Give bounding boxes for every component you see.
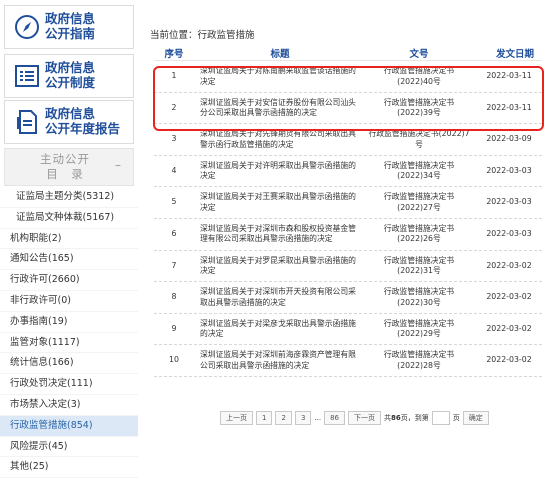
row-title-link[interactable]: 深圳证监局关于对罗昆采取出具警示函措施的决定 <box>200 256 360 277</box>
nav-public-system-label: 政府信息 公开制度 <box>45 60 96 90</box>
row-doc-number: 行政监管措施决定书(2022)29号 <box>383 318 455 339</box>
nav-annual-report-label: 政府信息 公开年度报告 <box>45 106 121 136</box>
row-no: 9 <box>171 323 177 333</box>
row-no: 2 <box>171 102 177 112</box>
header-title: 标题 <box>270 49 290 60</box>
row-no: 4 <box>171 165 177 175</box>
catalog-list: 证监局主题分类(5312) 证监局文种体裁(5167) 机构职能(2) 通知公告… <box>0 187 138 479</box>
row-doc-number: 行政监管措施决定书(2022)30号 <box>383 287 455 307</box>
category-item-active[interactable]: 行政监管措施(854) <box>0 415 138 437</box>
category-item[interactable]: 证监局主题分类(5312) <box>0 187 138 208</box>
row-date: 2022-03-03 <box>486 197 532 207</box>
confirm-button[interactable]: 确定 <box>462 411 489 425</box>
row-title-link[interactable]: 深圳证监局关于对深圳市森和股权投资基金管理有限公司采取出具警示函措施的决定 <box>200 224 360 245</box>
header-doc: 文号 <box>409 49 429 60</box>
table-row[interactable]: 5 深圳证监局关于对王赛采取出具警示函措施的决定 行政监管措施决定书(2022)… <box>154 187 542 219</box>
table-row[interactable]: 3 深圳证监局关于对先锋期货有限公司采取出具警示函行政监管措施的决定 行政监管措… <box>154 124 542 156</box>
prev-page-button[interactable]: 上一页 <box>220 411 253 425</box>
row-title-link[interactable]: 深圳证监局关于对深圳市开天投资有限公司采取出具警示函措施的决定 <box>200 287 360 308</box>
breadcrumb: 当前位置：行政监管措施 <box>150 30 255 41</box>
pagination: 上一页 1 2 3 ... 86 下一页 共86页，到第 页 确定 <box>220 410 489 426</box>
row-date: 2022-03-11 <box>486 102 532 112</box>
table-row[interactable]: 9 深圳证监局关于对梁彦戈采取出具警示函措施的决定 行政监管措施决定书(2022… <box>154 314 542 346</box>
row-no: 10 <box>169 355 179 365</box>
row-doc-number: 行政监管措施决定书(2022)34号 <box>383 160 455 181</box>
row-no: 7 <box>171 260 177 270</box>
table-header: 序号 标题 文号 发文日期 <box>154 44 542 61</box>
row-no: 8 <box>171 292 177 302</box>
category-item[interactable]: 机构职能(2) <box>0 229 138 250</box>
row-doc-number: 行政监管措施决定书(2022)7号 <box>368 129 470 149</box>
row-doc-number: 行政监管措施决定书(2022)40号 <box>383 66 455 86</box>
row-no: 5 <box>171 197 177 207</box>
table-row[interactable]: 7 深圳证监局关于对罗昆采取出具警示函措施的决定 行政监管措施决定书(2022)… <box>154 251 542 283</box>
header-date: 发文日期 <box>495 49 534 60</box>
page-suffix: 页 <box>452 414 460 422</box>
category-item[interactable]: 证监局文种体裁(5167) <box>0 208 138 229</box>
row-doc-number: 行政监管措施决定书(2022)31号 <box>383 255 455 276</box>
page-button[interactable]: 2 <box>275 411 292 425</box>
last-page-button[interactable]: 86 <box>324 411 346 425</box>
table-row[interactable]: 6 深圳证监局关于对深圳市森和股权投资基金管理有限公司采取出具警示函措施的决定 … <box>154 219 542 251</box>
category-item[interactable]: 非行政许可(0) <box>0 291 138 312</box>
catalog-title: 主动公开目 录 <box>40 152 90 181</box>
row-date: 2022-03-02 <box>486 292 532 302</box>
list-icon <box>15 65 39 87</box>
row-date: 2022-03-02 <box>486 260 532 270</box>
page-button[interactable]: 3 <box>294 411 312 425</box>
row-title-link[interactable]: 深圳证监局关于对陈南鹏采取监管谈话措施的决定 <box>200 66 360 87</box>
nav-public-guide-label: 政府信息 公开指南 <box>45 11 96 41</box>
row-date: 2022-03-02 <box>486 323 532 333</box>
page-ellipsis: ... <box>314 414 322 422</box>
table-row[interactable]: 8 深圳证监局关于对深圳市开天投资有限公司采取出具警示函措施的决定 行政监管措施… <box>154 282 542 314</box>
collapse-icon[interactable]: – <box>115 158 121 172</box>
row-title-link[interactable]: 深圳证监局关于对王赛采取出具警示函措施的决定 <box>200 192 360 213</box>
header-no: 序号 <box>164 49 184 60</box>
row-date: 2022-03-03 <box>486 228 532 238</box>
category-item[interactable]: 市场禁入决定(3) <box>0 395 138 416</box>
compass-icon <box>15 15 39 39</box>
nav-annual-report[interactable]: 政府信息 公开年度报告 <box>4 100 134 144</box>
total-pages-text: 共86页，到第 <box>384 414 429 422</box>
page-jump-input[interactable] <box>431 411 450 425</box>
category-item[interactable]: 监管对象(1117) <box>0 333 138 354</box>
next-page-button[interactable]: 下一页 <box>348 411 382 425</box>
row-date: 2022-03-02 <box>486 355 532 365</box>
row-date: 2022-03-09 <box>486 134 532 144</box>
page-button[interactable]: 1 <box>256 411 273 425</box>
table-row[interactable]: 4 深圳证监局关于对许明采取出具警示函措施的决定 行政监管措施决定书(2022)… <box>154 156 542 188</box>
row-title-link[interactable]: 深圳证监局关于对安信证券股份有限公司汕头分公司采取出具警示函措施的决定 <box>200 98 360 119</box>
table-row[interactable]: 1 深圳证监局关于对陈南鹏采取监管谈话措施的决定 行政监管措施决定书(2022)… <box>154 61 542 93</box>
nav-public-guide[interactable]: 政府信息 公开指南 <box>4 5 134 49</box>
row-no: 1 <box>171 71 177 80</box>
catalog-header[interactable]: 主动公开目 录 – <box>4 148 134 186</box>
nav-public-system[interactable]: 政府信息 公开制度 <box>4 54 134 98</box>
row-doc-number: 行政监管措施决定书(2022)27号 <box>383 192 455 212</box>
category-item[interactable]: 办事指南(19) <box>0 312 138 333</box>
category-item[interactable]: 通知公告(165) <box>0 249 138 271</box>
table-row[interactable]: 2 深圳证监局关于对安信证券股份有限公司汕头分公司采取出具警示函措施的决定 行政… <box>154 93 542 125</box>
row-no: 3 <box>171 134 177 144</box>
category-item[interactable]: 行政许可(2660) <box>0 270 138 291</box>
row-date: 2022-03-11 <box>486 71 532 80</box>
category-item[interactable]: 其他(25) <box>0 457 138 479</box>
measures-table: 序号 标题 文号 发文日期 1 深圳证监局关于对陈南鹏采取监管谈话措施的决定 行… <box>154 44 542 377</box>
table-row[interactable]: 10 深圳证监局关于对深圳前海彦霖资产管理有限公司采取出具警示函措施的决定 行政… <box>154 345 542 377</box>
row-no: 6 <box>171 228 177 238</box>
row-doc-number: 行政监管措施决定书(2022)26号 <box>383 223 455 244</box>
row-date: 2022-03-03 <box>486 165 532 175</box>
category-item[interactable]: 行政处罚决定(111) <box>0 374 138 395</box>
row-doc-number: 行政监管措施决定书(2022)39号 <box>383 97 455 118</box>
sidebar: 政府信息 公开指南 政府信息 公开制度 政府信息 公开年度报告 主动公开目 录 – 证… <box>0 0 138 492</box>
row-title-link[interactable]: 深圳证监局关于对许明采取出具警示函措施的决定 <box>200 161 360 182</box>
category-item[interactable]: 统计信息(166) <box>0 353 138 375</box>
row-title-link[interactable]: 深圳证监局关于对深圳前海彦霖资产管理有限公司采取出具警示函措施的决定 <box>200 350 360 371</box>
row-title-link[interactable]: 深圳证监局关于对梁彦戈采取出具警示函措施的决定 <box>200 319 360 340</box>
row-doc-number: 行政监管措施决定书(2022)28号 <box>383 350 455 370</box>
row-title-link[interactable]: 深圳证监局关于对先锋期货有限公司采取出具警示函行政监管措施的决定 <box>200 129 360 150</box>
category-item[interactable]: 风险提示(45) <box>0 437 138 458</box>
document-icon <box>17 110 37 134</box>
